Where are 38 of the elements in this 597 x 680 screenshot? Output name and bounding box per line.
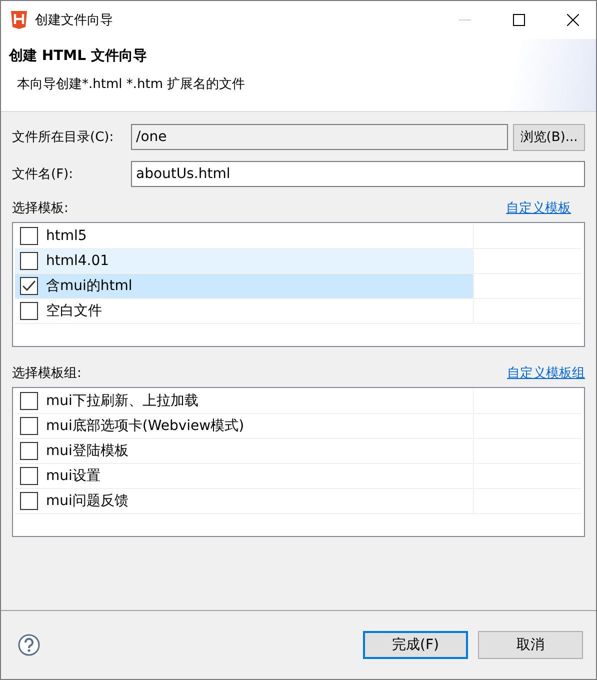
wizard-title: 创建 HTML 文件向导 bbox=[9, 47, 148, 65]
custom-template-link[interactable]: 自定义模板 bbox=[506, 199, 571, 217]
help-icon[interactable] bbox=[18, 634, 40, 656]
list-item[interactable]: mui登陆模板 bbox=[15, 439, 474, 464]
browse-button[interactable]: 浏览(B)... bbox=[513, 124, 585, 150]
list-item[interactable]: mui设置 bbox=[15, 464, 474, 489]
dialog-button[interactable]: 完成(F) bbox=[363, 631, 468, 659]
list-item[interactable]: 含mui的html bbox=[15, 274, 474, 299]
checkbox[interactable] bbox=[20, 302, 38, 320]
maximize-icon bbox=[513, 14, 525, 26]
input-field[interactable]: /one bbox=[131, 124, 508, 150]
input-field[interactable]: aboutUs.html bbox=[131, 161, 585, 187]
section-label: 选择模板: bbox=[12, 200, 68, 217]
checkbox[interactable] bbox=[20, 417, 38, 435]
dialog-button[interactable]: 取消 bbox=[478, 631, 583, 659]
list-item[interactable]: html4.01 bbox=[15, 249, 474, 274]
window-title: 创建文件向导 bbox=[35, 12, 114, 29]
minimize-icon bbox=[459, 19, 471, 21]
html-logo-icon bbox=[11, 11, 27, 29]
list-item[interactable]: mui下拉刷新、上拉加载 bbox=[15, 389, 474, 414]
list-item[interactable]: mui底部选项卡(Webview模式) bbox=[15, 414, 474, 439]
close-icon bbox=[567, 14, 579, 26]
checkbox[interactable] bbox=[20, 227, 38, 245]
checkbox[interactable] bbox=[20, 252, 38, 270]
checkbox[interactable] bbox=[20, 467, 38, 485]
checkbox[interactable] bbox=[20, 277, 38, 295]
custom-template-group-link[interactable]: 自定义模板组 bbox=[507, 364, 585, 382]
checkbox[interactable] bbox=[20, 492, 38, 510]
section-label: 选择模板组: bbox=[12, 365, 82, 382]
checkbox[interactable] bbox=[20, 392, 38, 410]
list-item[interactable]: mui问题反馈 bbox=[15, 489, 474, 514]
checkbox[interactable] bbox=[20, 442, 38, 460]
checkmark-icon bbox=[22, 280, 36, 292]
field-label: 文件所在目录(C): bbox=[12, 129, 115, 146]
field-label: 文件名(F): bbox=[12, 166, 74, 183]
wizard-description: 本向导创建*.html *.htm 扩展名的文件 bbox=[16, 76, 246, 93]
list-item[interactable]: 空白文件 bbox=[15, 299, 474, 324]
list-item[interactable]: html5 bbox=[15, 224, 474, 249]
